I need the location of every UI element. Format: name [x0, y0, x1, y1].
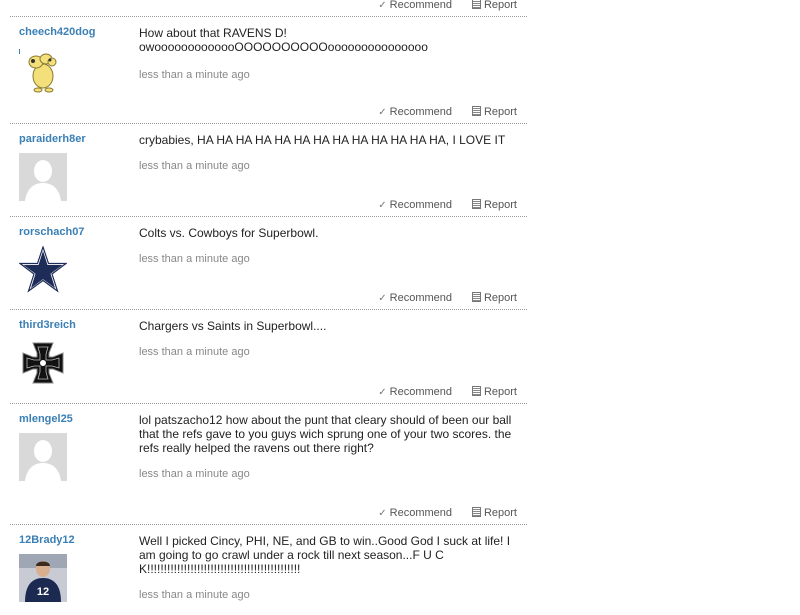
- comment-item: 12Brady12 12 Well I picked Cincy, PHI, N…: [10, 525, 527, 615]
- comment-text: lol patszacho12 how about the punt that …: [139, 413, 512, 455]
- comment-username[interactable]: paraiderh8er: [19, 133, 86, 145]
- report-icon: [471, 507, 481, 517]
- cartoon-dog-icon: [19, 46, 67, 94]
- report-label: Report: [483, 386, 517, 398]
- report-button[interactable]: Report: [471, 386, 517, 398]
- recommend-label: Recommend: [389, 507, 452, 519]
- comment-timestamp: less than a minute ago: [139, 160, 250, 172]
- comment-feed: ✓ Recommend Report cheech420dog How about…: [10, 0, 527, 615]
- comment-actions: ✓ Recommend Report: [10, 194, 527, 216]
- comment-body: Colts vs. Cowboys for Superbowl. less th…: [139, 226, 514, 266]
- comment-text: crybabies, HA HA HA HA HA HA HA HA HA HA…: [139, 133, 506, 147]
- comment-body: lol patszacho12 how about the punt that …: [139, 413, 514, 481]
- comment-actions: ✓ Recommend Report: [10, 0, 527, 16]
- recommend-button[interactable]: ✓ Recommend: [378, 507, 452, 519]
- svg-text:12: 12: [37, 586, 49, 598]
- recommend-button[interactable]: ✓ Recommend: [378, 199, 452, 211]
- comment-actions: ✓ Recommend Report: [10, 101, 527, 123]
- check-icon: ✓: [378, 200, 387, 211]
- comment-item: third3reich Chargers vs Saints in Superb…: [10, 310, 527, 403]
- recommend-button[interactable]: ✓ Recommend: [378, 106, 452, 118]
- comment-body: Well I picked Cincy, PHI, NE, and GB to …: [139, 534, 514, 602]
- recommend-label: Recommend: [389, 0, 452, 11]
- comment-item: mlengel25 lol patszacho12 how about the …: [10, 404, 527, 524]
- check-icon: ✓: [378, 0, 387, 11]
- report-icon: [471, 292, 481, 302]
- report-button[interactable]: Report: [471, 0, 517, 11]
- check-icon: ✓: [378, 508, 387, 519]
- report-label: Report: [483, 199, 517, 211]
- avatar[interactable]: [19, 433, 67, 481]
- comment-username[interactable]: mlengel25: [19, 413, 73, 425]
- report-button[interactable]: Report: [471, 106, 517, 118]
- report-icon: [471, 106, 481, 116]
- avatar[interactable]: 12: [19, 554, 67, 602]
- comment-text: Well I picked Cincy, PHI, NE, and GB to …: [139, 534, 511, 576]
- recommend-label: Recommend: [389, 292, 452, 304]
- iron-cross-icon: [19, 339, 67, 387]
- report-button[interactable]: Report: [471, 507, 517, 519]
- comment-body: Chargers vs Saints in Superbowl.... less…: [139, 319, 514, 359]
- recommend-button[interactable]: ✓ Recommend: [378, 292, 452, 304]
- comment-actions: ✓ Recommend Report: [10, 381, 527, 403]
- report-label: Report: [483, 106, 517, 118]
- report-button[interactable]: Report: [471, 199, 517, 211]
- report-icon: [471, 386, 481, 396]
- check-icon: ✓: [378, 107, 387, 118]
- comment-timestamp: less than a minute ago: [139, 346, 250, 358]
- comment-username[interactable]: 12Brady12: [19, 534, 75, 546]
- comment-item: cheech420dog How about that RAVENS D! ow…: [10, 17, 527, 123]
- check-icon: ✓: [378, 293, 387, 304]
- comment-text: Colts vs. Cowboys for Superbowl.: [139, 226, 319, 240]
- comment-timestamp: less than a minute ago: [139, 468, 250, 480]
- comment-item: rorschach07 Colts vs. Cowboys for Superb…: [10, 217, 527, 309]
- comment-body: How about that RAVENS D! owooooooooooooO…: [139, 26, 514, 82]
- avatar[interactable]: [19, 339, 67, 387]
- report-button[interactable]: Report: [471, 292, 517, 304]
- recommend-button[interactable]: ✓ Recommend: [378, 386, 452, 398]
- recommend-label: Recommend: [389, 199, 452, 211]
- football-player-photo: 12: [19, 554, 67, 602]
- check-icon: ✓: [378, 387, 387, 398]
- comment-timestamp: less than a minute ago: [139, 69, 250, 81]
- comment-body: crybabies, HA HA HA HA HA HA HA HA HA HA…: [139, 133, 514, 173]
- comment-text: Chargers vs Saints in Superbowl....: [139, 319, 327, 333]
- comment-item: paraiderh8er crybabies, HA HA HA HA HA H…: [10, 124, 527, 216]
- comment-actions: ✓ Recommend Report: [10, 502, 527, 524]
- comment-actions: ✓ Recommend Report: [10, 287, 527, 309]
- comment-username[interactable]: cheech420dog: [19, 26, 95, 38]
- default-user-silhouette: [19, 433, 67, 481]
- report-label: Report: [483, 292, 517, 304]
- comment-username[interactable]: rorschach07: [19, 226, 84, 238]
- recommend-label: Recommend: [389, 106, 452, 118]
- report-label: Report: [483, 507, 517, 519]
- avatar[interactable]: [19, 46, 67, 94]
- report-icon: [471, 0, 481, 9]
- report-label: Report: [483, 0, 517, 11]
- report-icon: [471, 199, 481, 209]
- comment-username[interactable]: third3reich: [19, 319, 76, 331]
- recommend-label: Recommend: [389, 386, 452, 398]
- comment-text: How about that RAVENS D! owooooooooooooO…: [139, 26, 428, 54]
- recommend-button[interactable]: ✓ Recommend: [378, 0, 452, 11]
- comment-timestamp: less than a minute ago: [139, 253, 250, 265]
